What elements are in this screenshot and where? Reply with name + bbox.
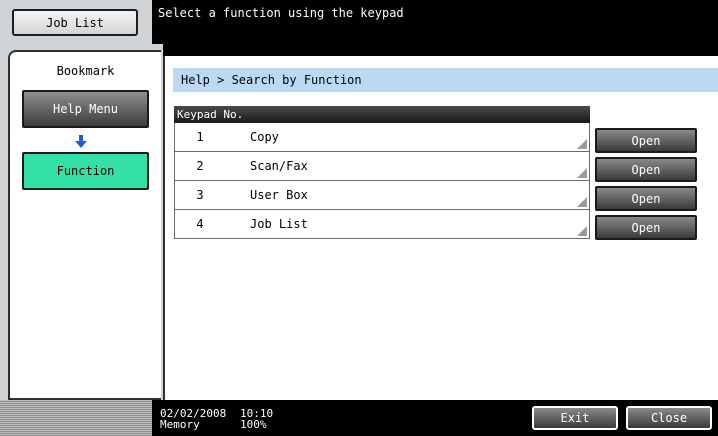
function-table: Keypad No. 1 Copy 2 Scan/Fax 3 User Box … [174, 106, 590, 239]
function-name: Scan/Fax [250, 159, 308, 173]
memory-value: 100% [240, 418, 267, 431]
job-list-button[interactable]: Job List [12, 9, 138, 36]
function-name: Job List [250, 217, 308, 231]
open-button-scan-fax[interactable]: Open [595, 157, 697, 182]
keypad-number: 2 [196, 159, 204, 173]
breadcrumb-text: Help > Search by Function [181, 73, 362, 87]
keypad-number: 1 [196, 130, 204, 144]
breadcrumb: Help > Search by Function [173, 68, 718, 92]
function-button[interactable]: Function [22, 152, 149, 190]
corner-marker-icon [577, 139, 587, 149]
bookmark-title: Bookmark [56, 64, 115, 78]
corner-marker-icon [577, 226, 587, 236]
open-button-job-list[interactable]: Open [595, 215, 697, 240]
open-button-copy[interactable]: Open [595, 128, 697, 153]
help-menu-button[interactable]: Help Menu [22, 90, 149, 128]
table-header: Keypad No. [174, 106, 590, 123]
corner-marker-icon [577, 168, 587, 178]
footer-pattern [0, 400, 152, 436]
table-row[interactable]: 4 Job List [174, 210, 590, 239]
function-name: Copy [250, 130, 279, 144]
open-button-user-box[interactable]: Open [595, 186, 697, 211]
bookmark-panel: Bookmark Help Menu Function [8, 50, 161, 400]
table-row[interactable]: 1 Copy [174, 123, 590, 152]
arrow-down-icon [75, 135, 87, 148]
instruction-message: Select a function using the keypad [158, 6, 404, 20]
table-row[interactable]: 2 Scan/Fax [174, 152, 590, 181]
corner-marker-icon [577, 197, 587, 207]
main-content: Help > Search by Function Keypad No. 1 C… [163, 56, 718, 400]
memory-label: Memory [160, 418, 200, 431]
status-info: 02/02/2008 10:10 Memory 100% [160, 408, 273, 430]
keypad-number: 3 [196, 188, 204, 202]
function-name: User Box [250, 188, 308, 202]
exit-button[interactable]: Exit [532, 406, 618, 430]
keypad-number: 4 [196, 217, 204, 231]
message-bar: Select a function using the keypad [152, 0, 718, 56]
close-button[interactable]: Close [626, 406, 712, 430]
table-row[interactable]: 3 User Box [174, 181, 590, 210]
